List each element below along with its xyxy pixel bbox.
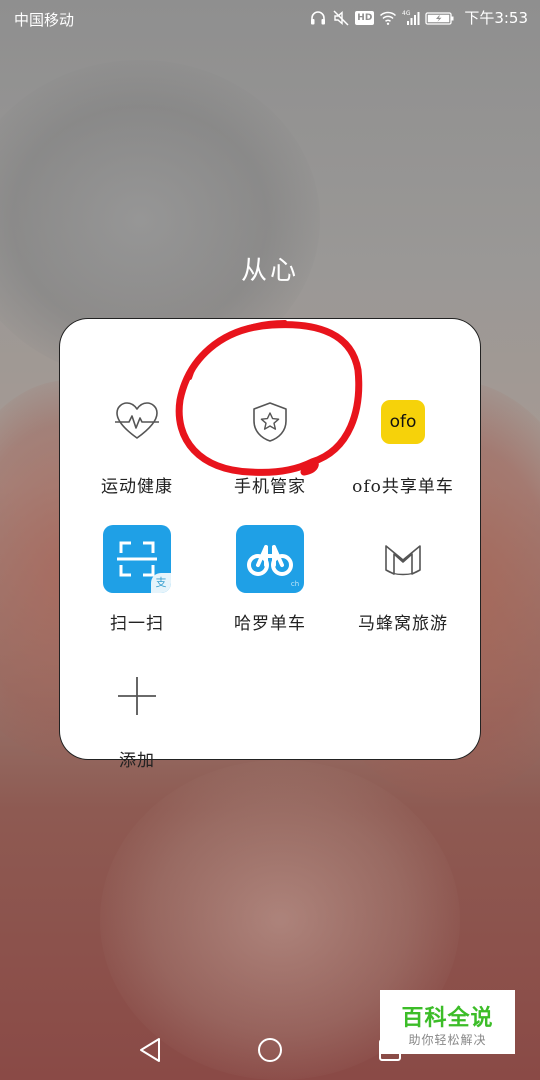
mafengwo-icon [369,525,437,593]
watermark-logo: 百科全说 助你轻松解决 [380,990,515,1054]
mute-icon [333,9,349,26]
app-hellobike[interactable]: ch 哈罗单车 [200,489,340,634]
hellobike-icon: ch [236,525,304,593]
app-ofo[interactable]: ofo ofo共享单车 [333,352,473,497]
carrier-label: 中国移动 [14,11,75,29]
ofo-tile: ofo [381,400,425,444]
app-scan[interactable]: 支 扫一扫 [67,489,207,634]
hellobike-tile: ch [236,525,304,593]
folder-title[interactable]: 从心 [0,250,540,287]
back-button[interactable] [132,1032,168,1068]
watermark-main: 百科全说 [401,1006,494,1031]
clock: 下午3:53 [464,9,528,27]
app-mafengwo[interactable]: 马蜂窝旅游 [333,489,473,634]
watermark-sub: 助你轻松解决 [408,1033,487,1047]
alipay-badge: 支 [151,573,171,593]
app-label: 添加 [119,751,155,771]
home-screen: 中国移动 HD 4G 下午3:53 从心 运动健康 手机管家 ofo ofo共享… [0,0,540,1080]
status-bar: 中国移动 HD 4G 下午3:53 [0,0,540,38]
folder-panel: 运动健康 手机管家 ofo ofo共享单车 支 扫一扫 ch 哈罗单车 马蜂窝旅… [60,319,480,771]
battery-icon [425,11,454,25]
ofo-logo-icon: ofo [369,388,437,456]
hellobike-badge: ch [290,580,300,588]
app-phone-manager[interactable]: 手机管家 [200,352,340,497]
app-label: 哈罗单车 [234,614,306,634]
app-huawei-health[interactable]: 运动健康 [67,352,207,497]
status-icons: HD 4G 下午3:53 [309,7,528,28]
shield-star-icon [236,388,304,456]
headphones-icon [311,10,326,24]
app-add[interactable]: 添加 [67,626,207,771]
svg-text:4G: 4G [402,10,411,17]
hd-badge: HD [355,10,375,25]
scan-tile: 支 [103,525,171,593]
scan-icon: 支 [103,525,171,593]
heart-pulse-icon [103,388,171,456]
wifi-icon [380,11,397,25]
plus-icon [103,662,171,730]
app-label: 马蜂窝旅游 [358,614,448,634]
signal-icon: 4G [402,10,420,25]
home-button[interactable] [252,1032,288,1068]
